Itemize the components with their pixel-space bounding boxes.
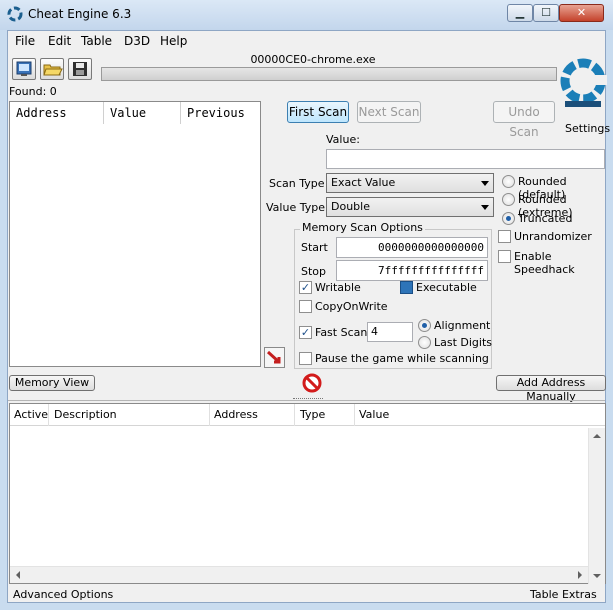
column-value[interactable]: Value <box>359 408 389 421</box>
maximize-button[interactable]: ☐ <box>533 4 559 22</box>
truncated-label[interactable]: Truncated <box>518 212 572 225</box>
results-column-previous[interactable]: Previous <box>181 102 260 124</box>
scan-progress-bar <box>101 67 557 81</box>
copyonwrite-label[interactable]: CopyOnWrite <box>315 300 388 313</box>
value-input[interactable] <box>326 149 605 169</box>
menu-d3d[interactable]: D3D <box>124 34 150 48</box>
scroll-down-icon <box>593 574 601 578</box>
open-file-icon <box>43 64 63 76</box>
advanced-options-link[interactable]: Advanced Options <box>13 588 113 601</box>
speedhack-checkbox[interactable] <box>498 250 511 263</box>
value-type-value: Double <box>331 200 370 213</box>
minimize-button[interactable]: ▁ <box>507 4 533 22</box>
chevron-down-icon <box>481 181 489 186</box>
truncated-radio[interactable] <box>502 212 515 225</box>
executable-checkbox[interactable] <box>400 281 413 294</box>
start-address-input[interactable]: 0000000000000000 <box>336 237 488 258</box>
stop-address-input[interactable]: 7fffffffffffffff <box>336 260 488 281</box>
alignment-label[interactable]: Alignment <box>434 319 490 332</box>
value-type-label: Value Type <box>266 201 325 214</box>
menu-table[interactable]: Table <box>81 34 112 48</box>
stop-icon <box>302 373 322 393</box>
copyonwrite-checkbox[interactable] <box>299 300 312 313</box>
add-address-manually-button[interactable]: Add Address Manually <box>496 375 606 403</box>
memory-view-button[interactable]: Memory View <box>9 375 95 391</box>
menu-file[interactable]: File <box>15 34 35 48</box>
table-extras-link[interactable]: Table Extras <box>530 588 597 601</box>
rounded-default-radio[interactable] <box>502 175 515 188</box>
window-title: Cheat Engine 6.3 <box>28 7 132 21</box>
start-label: Start <box>301 241 328 254</box>
unrandomizer-checkbox[interactable] <box>498 230 511 243</box>
fast-scan-label[interactable]: Fast Scan <box>315 326 367 339</box>
main-window: File Edit Table D3D Help 00000CE0-chrome… <box>7 30 610 603</box>
address-list-header: Active Description Address Type Value <box>10 404 605 426</box>
arrow-down-right-icon <box>266 350 281 364</box>
pause-game-checkbox[interactable] <box>299 352 312 365</box>
writable-checkbox[interactable] <box>299 281 312 294</box>
scan-type-label: Scan Type <box>269 177 325 190</box>
scan-results-list[interactable]: Address Value Previous <box>9 101 261 367</box>
found-count: Found: 0 <box>9 85 57 98</box>
save-file-button[interactable] <box>68 58 92 80</box>
menu-edit[interactable]: Edit <box>48 34 71 48</box>
writable-label[interactable]: Writable <box>315 281 361 294</box>
select-process-icon <box>16 61 32 76</box>
scroll-right-icon <box>578 571 582 579</box>
results-column-address[interactable]: Address <box>10 102 104 124</box>
process-name: 00000CE0-chrome.exe <box>250 53 376 66</box>
cheat-engine-icon <box>7 6 23 22</box>
undo-scan-button[interactable]: Undo Scan <box>493 101 555 139</box>
last-digits-label[interactable]: Last Digits <box>434 336 492 349</box>
column-description[interactable]: Description <box>54 408 117 421</box>
fast-scan-checkbox[interactable] <box>299 326 312 339</box>
scan-type-value: Exact Value <box>331 176 396 189</box>
chevron-down-icon <box>481 205 489 210</box>
speedhack-label[interactable]: Enable Speedhack <box>514 250 605 276</box>
splitter-grip-icon[interactable] <box>293 398 323 401</box>
first-scan-button[interactable]: First Scan <box>287 101 349 123</box>
rounded-extreme-radio[interactable] <box>502 193 515 206</box>
stop-scan-button[interactable] <box>302 373 322 393</box>
cheat-engine-logo-icon[interactable] <box>557 53 607 113</box>
scroll-left-icon <box>16 571 20 579</box>
vertical-scrollbar[interactable] <box>588 428 605 584</box>
results-column-value[interactable]: Value <box>104 102 181 124</box>
memory-scan-options-title: Memory Scan Options <box>300 221 425 234</box>
executable-label[interactable]: Executable <box>416 281 477 294</box>
column-address[interactable]: Address <box>214 408 258 421</box>
pause-game-label[interactable]: Pause the game while scanning <box>315 352 489 365</box>
last-digits-radio[interactable] <box>418 336 431 349</box>
alignment-radio[interactable] <box>418 319 431 332</box>
horizontal-scrollbar[interactable] <box>10 566 588 583</box>
title-bar[interactable]: Cheat Engine 6.3 ▁ ☐ ✕ <box>0 0 613 30</box>
open-file-button[interactable] <box>40 58 64 80</box>
stop-label: Stop <box>301 265 327 278</box>
select-process-button[interactable] <box>12 58 36 80</box>
add-selected-button[interactable] <box>264 347 285 368</box>
menu-bar: File Edit Table D3D Help <box>8 31 605 51</box>
value-label: Value: <box>326 133 360 146</box>
address-list[interactable]: Active Description Address Type Value <box>9 403 606 584</box>
settings-link[interactable]: Settings <box>565 122 610 135</box>
scan-type-select[interactable]: Exact Value <box>326 173 494 193</box>
column-active[interactable]: Active <box>14 408 48 421</box>
value-type-select[interactable]: Double <box>326 197 494 217</box>
scroll-up-icon <box>593 434 601 438</box>
save-file-icon <box>73 62 87 76</box>
menu-help[interactable]: Help <box>160 34 187 48</box>
next-scan-button[interactable]: Next Scan <box>357 101 421 123</box>
fast-scan-input[interactable]: 4 <box>367 322 413 342</box>
close-button[interactable]: ✕ <box>559 4 604 22</box>
unrandomizer-label[interactable]: Unrandomizer <box>514 230 592 243</box>
column-type[interactable]: Type <box>300 408 325 421</box>
